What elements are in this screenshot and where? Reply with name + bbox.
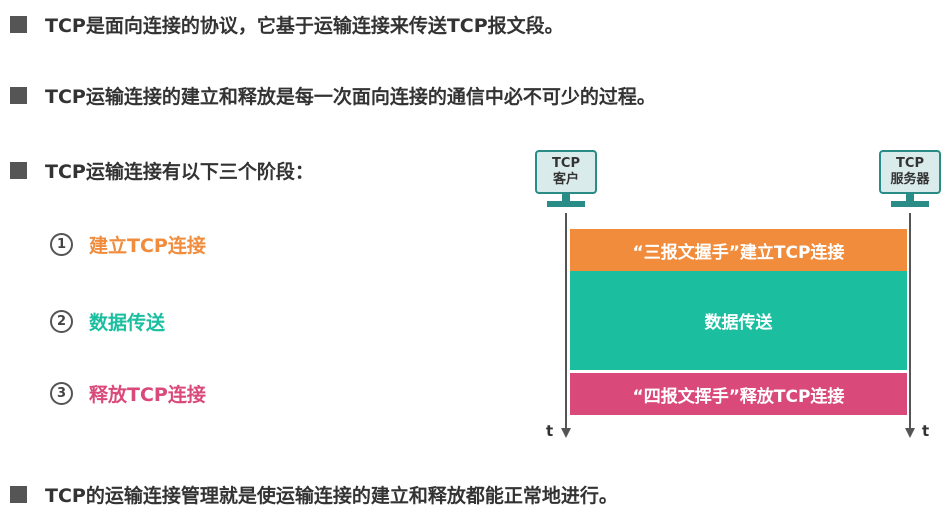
- phase-connection-establish: “三报文握手”建立TCP连接: [570, 229, 907, 271]
- computer-icon: TCP 客户: [535, 150, 597, 194]
- stage-number: 1: [50, 233, 73, 256]
- stage-item-1: 1 建立TCP连接: [50, 231, 206, 258]
- client-timeline: [565, 213, 567, 429]
- arrow-down-icon: [561, 428, 571, 438]
- bullet-item-2: TCP运输连接的建立和释放是每一次面向连接的通信中必不可少的过程。: [10, 82, 656, 109]
- stage-label: 释放TCP连接: [89, 384, 206, 406]
- tcp-client-node: TCP 客户: [535, 150, 597, 207]
- stage-label: 数据传送: [89, 312, 166, 334]
- server-timeline: [909, 213, 911, 429]
- stage-label: 建立TCP连接: [89, 235, 206, 257]
- bullet-square-icon: [10, 87, 27, 104]
- monitor-stand: [562, 194, 570, 201]
- stage-item-3: 3 释放TCP连接: [50, 380, 206, 407]
- bullet-text: TCP运输连接有以下三个阶段：: [45, 161, 314, 183]
- bullet-text: TCP是面向连接的协议，它基于运输连接来传送TCP报文段。: [45, 15, 564, 37]
- tcp-server-node: TCP 服务器: [879, 150, 941, 207]
- bullet-text: TCP的运输连接管理就是使运输连接的建立和释放都能正常地进行。: [45, 485, 618, 507]
- bullet-item-1: TCP是面向连接的协议，它基于运输连接来传送TCP报文段。: [10, 11, 564, 38]
- client-time-label: t: [546, 422, 554, 440]
- server-label-line1: TCP: [896, 156, 924, 171]
- stage-number: 3: [50, 382, 73, 405]
- stage-number: 2: [50, 310, 73, 333]
- monitor-base: [891, 201, 929, 207]
- computer-icon: TCP 服务器: [879, 150, 941, 194]
- bullet-square-icon: [10, 16, 27, 33]
- bullet-square-icon: [10, 486, 27, 503]
- stage-item-2: 2 数据传送: [50, 308, 165, 335]
- bullet-item-4: TCP的运输连接管理就是使运输连接的建立和释放都能正常地进行。: [10, 481, 618, 508]
- bullet-square-icon: [10, 162, 27, 179]
- phase-data-transfer: 数据传送: [570, 271, 907, 370]
- bullet-item-3: TCP运输连接有以下三个阶段：: [10, 157, 314, 184]
- bullet-text: TCP运输连接的建立和释放是每一次面向连接的通信中必不可少的过程。: [45, 86, 656, 108]
- monitor-base: [547, 201, 585, 207]
- arrow-down-icon: [905, 428, 915, 438]
- monitor-stand: [906, 194, 914, 201]
- phase-connection-release: “四报文挥手”释放TCP连接: [570, 373, 907, 415]
- server-time-label: t: [922, 422, 930, 440]
- server-label-line2: 服务器: [890, 172, 930, 187]
- client-label-line2: 客户: [552, 172, 579, 187]
- client-label-line1: TCP: [552, 156, 580, 171]
